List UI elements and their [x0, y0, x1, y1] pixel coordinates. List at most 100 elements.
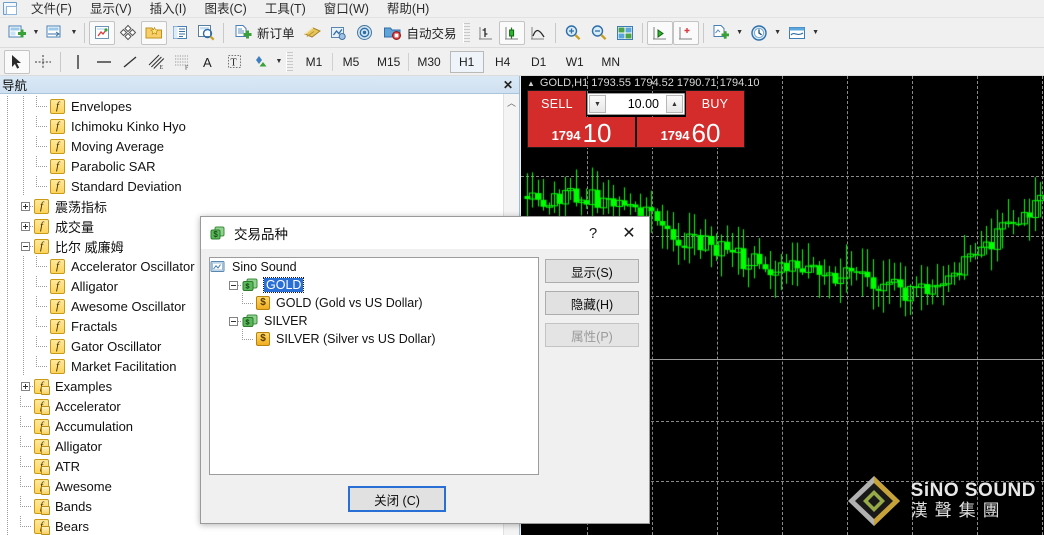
signals-icon[interactable]	[352, 21, 378, 45]
menu-item-tools[interactable]: 工具(T)	[256, 0, 315, 18]
templates-icon[interactable]	[784, 21, 810, 45]
volume-down-icon[interactable]: ▼	[589, 95, 606, 113]
indicators-dropdown-icon[interactable]: ▼	[734, 21, 746, 45]
profiles-dropdown-icon[interactable]: ▼	[68, 21, 80, 45]
navigator-tree-item[interactable]: f Envelopes	[0, 96, 503, 116]
menu-item-insert[interactable]: 插入(I)	[141, 0, 196, 18]
data-window-icon[interactable]	[115, 21, 141, 45]
volume-stepper[interactable]: ▼ 10.00 ▲	[587, 93, 685, 115]
bar-chart-icon[interactable]	[473, 21, 499, 45]
volume-up-icon[interactable]: ▲	[666, 95, 683, 113]
navigator-icon[interactable]	[141, 20, 167, 45]
menu-item-file[interactable]: 文件(F)	[22, 0, 81, 18]
buy-price-button[interactable]: 1794 60	[637, 117, 744, 147]
navigator-tree-item[interactable]: f Standard Deviation	[0, 176, 503, 196]
candlestick-chart-icon[interactable]	[498, 20, 525, 45]
symbols-tree[interactable]: Sino Sound $ GOLD $ GOLD (Gold vs US Dollar)…	[209, 257, 539, 475]
timeframe-d1[interactable]: D1	[522, 51, 556, 73]
cursor-icon[interactable]	[4, 49, 30, 74]
text-icon[interactable]: A	[195, 50, 221, 74]
tile-windows-icon[interactable]	[612, 21, 638, 45]
indicators-icon[interactable]	[708, 21, 734, 45]
navigator-tree-item[interactable]: f Moving Average	[0, 136, 503, 156]
navigator-tree-item[interactable]: f Ichimoku Kinko Hyo	[0, 116, 503, 136]
crosshair-icon[interactable]	[30, 50, 56, 74]
hide-button[interactable]: 隐藏(H)	[545, 291, 639, 315]
symbols-tree-item[interactable]: $ GOLD	[210, 276, 538, 294]
one-click-trading-panel[interactable]: SELL ▼ 10.00 ▲ BUY 1794 10 1794 60	[527, 90, 745, 148]
sell-price-button[interactable]: 1794 10	[528, 117, 637, 147]
symbols-tree-item[interactable]: Sino Sound	[210, 258, 538, 276]
vertical-line-icon[interactable]	[65, 50, 91, 74]
tree-expander-icon[interactable]	[16, 196, 34, 216]
timeframe-m1[interactable]: M1	[297, 51, 331, 73]
tree-expander-icon[interactable]	[16, 236, 34, 256]
metaeditor-icon[interactable]	[300, 21, 326, 45]
text-label-icon[interactable]: T	[221, 50, 247, 74]
tree-expander-icon[interactable]	[16, 376, 34, 396]
tree-expander-icon[interactable]	[16, 216, 34, 236]
tree-guide	[16, 156, 32, 176]
menu-item-view[interactable]: 显示(V)	[81, 0, 141, 18]
trendline-icon[interactable]	[117, 50, 143, 74]
zoom-in-icon[interactable]	[560, 21, 586, 45]
tree-expander-icon[interactable]	[224, 275, 242, 295]
shapes-icon[interactable]	[247, 50, 273, 74]
equidistant-channel-icon[interactable]: E	[143, 50, 169, 74]
market-watch-icon[interactable]	[89, 20, 115, 45]
periods-dropdown-icon[interactable]: ▼	[772, 21, 784, 45]
symbols-dialog[interactable]: $ 交易品种 ? ✕ Sino Sound $ GOLD $ GOLD (Gold vs…	[200, 216, 650, 524]
autotrading-button[interactable]: 自动交易	[378, 21, 462, 45]
symbols-tree-item[interactable]: $ SILVER (Silver vs US Dollar)	[210, 329, 538, 348]
timeframe-m30[interactable]: M30	[410, 51, 447, 73]
strategy-tester-icon[interactable]	[193, 21, 219, 45]
chart-shift-icon[interactable]	[672, 20, 699, 45]
timeframe-mn[interactable]: MN	[594, 51, 628, 73]
tree-guide	[0, 196, 16, 216]
svg-text:F: F	[185, 65, 189, 70]
tree-elbow	[32, 296, 50, 316]
tree-expander-icon[interactable]	[224, 311, 242, 331]
close-dialog-button[interactable]: 关闭 (C)	[348, 486, 446, 512]
tree-elbow	[32, 316, 50, 336]
timeframe-h1[interactable]: H1	[449, 50, 484, 73]
triangle-up-icon[interactable]: ▲	[527, 79, 535, 88]
volume-value[interactable]: 10.00	[607, 94, 665, 114]
profiles-icon[interactable]	[42, 21, 68, 45]
new-chart-dropdown-icon[interactable]: ▼	[30, 21, 42, 45]
periods-icon[interactable]	[746, 21, 772, 45]
chevron-up-icon[interactable]: ︿	[504, 94, 519, 110]
sell-button-label[interactable]: SELL	[528, 91, 586, 117]
close-icon[interactable]: ✕	[499, 76, 517, 94]
shapes-dropdown-icon[interactable]: ▼	[273, 50, 285, 74]
navigator-tree-item[interactable]: f 震荡指标	[0, 196, 503, 216]
menu-item-window[interactable]: 窗口(W)	[315, 0, 378, 18]
menu-item-help[interactable]: 帮助(H)	[378, 0, 438, 18]
timeframe-h4[interactable]: H4	[486, 51, 520, 73]
navigator-tree-item[interactable]: f Parabolic SAR	[0, 156, 503, 176]
symbols-tree-item[interactable]: $ SILVER	[210, 312, 538, 330]
templates-dropdown-icon[interactable]: ▼	[810, 21, 822, 45]
menu-item-charts[interactable]: 图表(C)	[195, 0, 255, 18]
auto-scroll-icon[interactable]	[646, 20, 673, 45]
zoom-out-icon[interactable]	[586, 21, 612, 45]
help-button[interactable]: ?	[575, 218, 611, 248]
timeframe-m15[interactable]: M15	[370, 51, 407, 73]
custom-indicator-icon: f	[34, 458, 50, 475]
tree-guide	[16, 276, 32, 296]
line-chart-icon[interactable]	[525, 21, 551, 45]
expert-advisors-icon[interactable]	[326, 21, 352, 45]
custom-indicator-icon: f	[34, 378, 50, 395]
new-order-button[interactable]: 新订单	[228, 21, 300, 45]
new-chart-icon[interactable]	[4, 21, 30, 45]
terminal-icon[interactable]	[167, 21, 193, 45]
close-icon[interactable]: ✕	[611, 218, 647, 248]
fibonacci-icon[interactable]: F	[169, 50, 195, 74]
timeframe-m5[interactable]: M5	[334, 51, 368, 73]
buy-button-label[interactable]: BUY	[686, 91, 744, 117]
show-button[interactable]: 显示(S)	[545, 259, 639, 283]
symbols-tree-item[interactable]: $ GOLD (Gold vs US Dollar)	[210, 293, 538, 312]
horizontal-line-icon[interactable]	[91, 50, 117, 74]
autotrading-label: 自动交易	[406, 27, 457, 41]
timeframe-w1[interactable]: W1	[558, 51, 592, 73]
